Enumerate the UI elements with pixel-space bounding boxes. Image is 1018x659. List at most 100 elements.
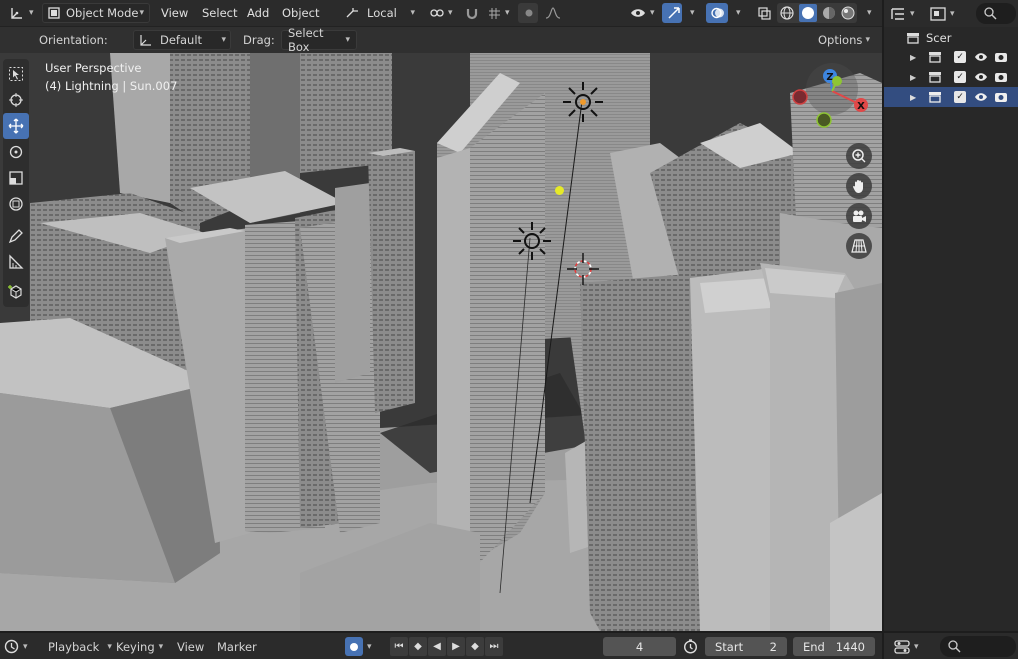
clock-icon (4, 639, 19, 654)
measure-tool[interactable] (3, 249, 29, 275)
next-keyframe-icon[interactable]: ◆ (466, 637, 484, 656)
expand-arrow-icon[interactable]: ▶ (910, 53, 916, 62)
3d-viewport[interactable]: User Perspective (4) Lightning | Sun.007 (0, 53, 882, 631)
select-box-icon (9, 67, 23, 81)
expand-arrow-icon[interactable]: ▶ (910, 93, 916, 102)
timeline-marker-menu[interactable]: Marker (217, 640, 257, 654)
display-mode-button[interactable]: ▾ (930, 4, 964, 24)
wireframe-shading-icon[interactable] (779, 6, 794, 20)
timeline-editor-type-button[interactable]: ▾ (4, 637, 34, 656)
xray-toggle[interactable] (753, 3, 773, 23)
transform-orientation-dropdown[interactable]: Local ▾ (340, 3, 420, 23)
current-frame-field[interactable]: 4 (603, 637, 676, 656)
menu-view[interactable]: View (161, 6, 188, 20)
properties-editor-type-button[interactable]: ▾ (894, 637, 928, 656)
annotate-tool[interactable] (3, 223, 29, 249)
zoom-magnifier-icon (852, 149, 866, 163)
jump-start-icon[interactable]: ⏮ (390, 637, 408, 656)
exclude-checkbox[interactable]: ✓ (954, 71, 967, 83)
gizmo-dropdown-arrow[interactable]: ▾ (690, 8, 695, 18)
grid-perspective-icon (851, 239, 867, 253)
material-preview-shading-icon[interactable] (822, 6, 836, 20)
light-point-icon[interactable] (555, 186, 564, 195)
navigation-gizmo[interactable]: Z X (786, 63, 876, 133)
select-box-tool[interactable] (3, 61, 29, 87)
prev-keyframe-icon[interactable]: ◆ (409, 637, 427, 656)
outliner-row[interactable]: ▶ ✓ (884, 47, 1018, 67)
outliner-editor-type-button[interactable]: ▾ (890, 4, 924, 24)
camera-render-icon[interactable] (994, 71, 1008, 83)
stopwatch-icon[interactable] (683, 639, 698, 654)
cursor-tool[interactable] (3, 87, 29, 113)
keying-menu[interactable]: Keying ▾ (112, 637, 163, 656)
annotate-pencil-icon (8, 229, 23, 244)
search-icon (948, 640, 961, 653)
playback-controls: ⏮ ◆ ◀ ▶ ◆ ⏭ (390, 637, 504, 656)
scene-collection-row[interactable]: Scer (884, 28, 1018, 48)
scale-tool[interactable] (3, 165, 29, 191)
shading-dropdown-arrow[interactable]: ▾ (867, 8, 872, 18)
menu-add[interactable]: Add (247, 6, 269, 20)
playback-menu-label: Playback (48, 639, 100, 654)
overlay-toggle[interactable] (706, 3, 728, 23)
timeline-view-menu[interactable]: View (177, 640, 204, 654)
exclude-checkbox[interactable]: ✓ (954, 91, 967, 103)
move-icon (8, 118, 24, 134)
proportional-edit-toggle[interactable] (518, 3, 538, 23)
start-frame-label: Start (715, 639, 744, 654)
move-tool[interactable] (3, 113, 29, 139)
outliner-header: ▾ ▾ (884, 0, 1018, 27)
camera-view-button[interactable] (846, 203, 872, 229)
camera-render-icon[interactable] (994, 51, 1008, 63)
snap-target-button[interactable]: ▾ (483, 3, 513, 23)
visibility-dropdown[interactable]: ▾ (625, 3, 657, 23)
solid-shading-icon[interactable] (798, 4, 817, 22)
rotate-tool[interactable] (3, 139, 29, 165)
overlay-dropdown-arrow[interactable]: ▾ (736, 8, 741, 18)
perspective-toggle-button[interactable] (846, 233, 872, 259)
outliner-row-selected[interactable]: ▶ ✓ (884, 87, 1018, 107)
properties-search-field[interactable] (940, 636, 1016, 657)
end-frame-field[interactable]: End 1440 (793, 637, 875, 656)
zoom-button[interactable] (846, 143, 872, 169)
editor-type-button[interactable]: ▾ (4, 3, 36, 23)
exclude-checkbox[interactable]: ✓ (954, 51, 967, 63)
shading-modes (777, 3, 857, 23)
sun-lamp-icon[interactable] (510, 219, 554, 263)
pan-button[interactable] (846, 173, 872, 199)
snap-toggle[interactable] (460, 3, 480, 23)
add-cube-tool[interactable] (3, 279, 29, 305)
options-dropdown[interactable]: Options ▾ (812, 30, 876, 50)
drag-setting-dropdown[interactable]: Select Box ▾ (281, 26, 357, 54)
menu-select[interactable]: Select (202, 6, 237, 20)
playback-menu[interactable]: Playback ▾ (42, 637, 112, 656)
collection-icon (928, 71, 942, 83)
eye-icon[interactable] (974, 72, 988, 82)
magnet-icon (465, 6, 479, 20)
falloff-button[interactable] (540, 3, 562, 23)
transform-tool[interactable] (3, 191, 29, 217)
sun-lamp-icon[interactable] (560, 79, 606, 125)
scale-icon (9, 171, 23, 185)
start-frame-field[interactable]: Start 2 (705, 637, 787, 656)
play-reverse-icon[interactable]: ◀ (428, 637, 446, 656)
menu-object[interactable]: Object (282, 6, 319, 20)
3d-cursor-icon[interactable] (566, 252, 600, 286)
orientation-setting-dropdown[interactable]: Default ▾ (133, 30, 231, 50)
search-icon (984, 7, 997, 20)
eye-icon[interactable] (974, 52, 988, 62)
pivot-point-button[interactable]: ▾ (425, 3, 455, 23)
eye-icon[interactable] (974, 92, 988, 102)
camera-render-icon[interactable] (994, 91, 1008, 103)
jump-end-icon[interactable]: ⏭ (485, 637, 503, 656)
end-frame-label: End (803, 639, 825, 654)
expand-arrow-icon[interactable]: ▶ (910, 73, 916, 82)
play-icon[interactable]: ▶ (447, 637, 465, 656)
mode-dropdown[interactable]: Object Mode ▾ (42, 3, 150, 23)
outliner-search-field[interactable] (976, 3, 1016, 24)
outliner-row[interactable]: ▶ ✓ (884, 67, 1018, 87)
auto-keying-toggle[interactable]: ▾ (345, 637, 385, 656)
active-object-info: (4) Lightning | Sun.007 (45, 79, 178, 93)
gizmo-toggle[interactable] (662, 3, 682, 23)
rendered-shading-icon[interactable] (841, 6, 855, 20)
